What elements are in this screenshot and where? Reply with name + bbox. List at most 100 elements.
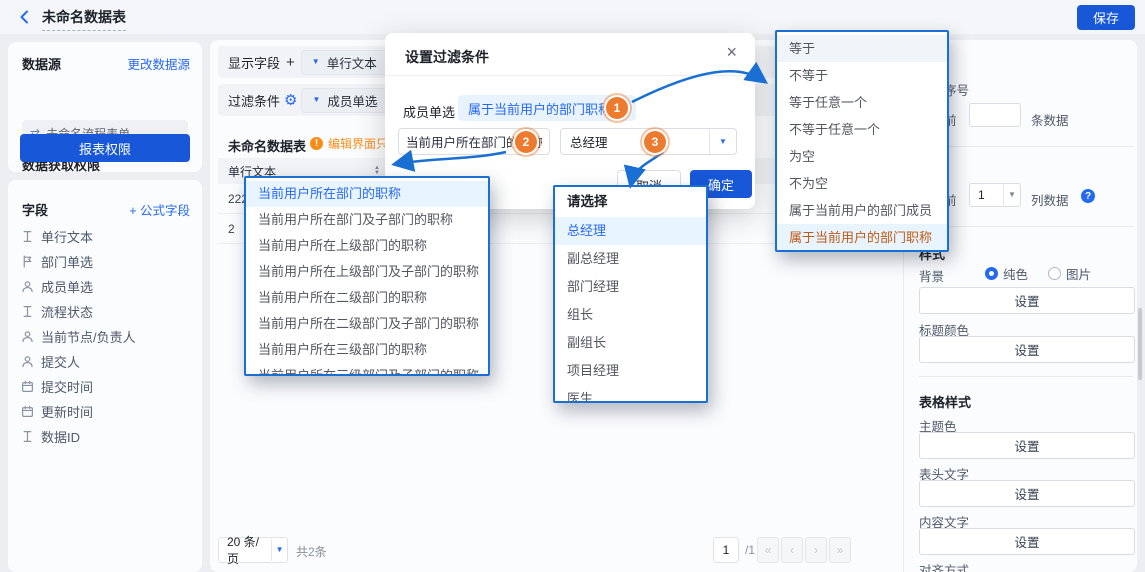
field-item[interactable]: 数据ID [8,424,202,449]
dropdown-option[interactable]: 部门经理 [555,273,706,301]
bg-set-button[interactable]: 设置 [919,287,1135,314]
last-page-button[interactable]: » [829,537,851,563]
field-item[interactable]: 单行文本 [8,224,202,249]
dropdown-option[interactable]: 当前用户所在部门及子部门的职称 [246,207,488,233]
status-icon [20,305,34,319]
help-icon[interactable]: ? [1081,189,1095,203]
dropdown-option[interactable]: 当前用户所在上级部门的职称 [246,233,488,259]
operator-dropdown-panel: 等于不等于等于任意一个不等于任意一个为空不为空属于当前用户的部门成员属于当前用户… [775,30,949,252]
dropdown-option[interactable]: 当前用户所在上级部门及子部门的职称 [246,259,488,285]
dropdown-option[interactable]: 为空 [777,143,947,170]
dropdown-option[interactable]: 不等于任意一个 [777,116,947,143]
change-datasource-link[interactable]: 更改数据源 [127,54,190,73]
text-icon [20,230,34,244]
dropdown-option[interactable]: 副组长 [555,329,706,357]
add-formula-field-link[interactable]: + 公式字段 [129,200,190,219]
dropdown-option[interactable]: 属于当前用户的部门成员 [777,197,947,224]
table-title: 未命名数据表 [228,136,306,155]
back-icon[interactable] [16,8,34,26]
operator-value: 属于当前用户的部门职称 [468,99,611,118]
caret-down-icon: ▼ [312,58,320,66]
warning-icon: ! [310,137,323,150]
radio-on-icon [985,267,998,280]
dropdown-option[interactable]: 项目经理 [555,357,706,385]
modal-field-label: 成员单选 [403,102,455,121]
cell-value: 2 [228,222,235,236]
dropdown-option[interactable]: 总经理 [555,217,706,245]
dropdown-option[interactable]: 属于当前用户的部门职称 [777,224,947,251]
dropdown-option[interactable]: 当前用户所在二级部门及子部门的职称 [246,311,488,337]
dropdown-option[interactable]: 等于 [777,35,947,62]
add-display-field-button[interactable]: + [286,54,295,71]
dropdown-option[interactable]: 副总经理 [555,245,706,273]
annotation-badge-2: 2 [515,131,537,153]
content-text-set-button[interactable]: 设置 [919,528,1135,555]
field-item[interactable]: 当前节点/负责人 [8,324,202,349]
gear-icon[interactable]: ⚙ [284,93,297,108]
id-icon [20,430,34,444]
bg-image-radio[interactable]: 图片 [1048,264,1091,283]
report-permission-button[interactable]: 报表权限 [20,134,190,162]
dropdown-option[interactable]: 当前用户所在部门的职称 [246,181,488,207]
page-title[interactable]: 未命名数据表 [42,7,126,31]
field-item-label: 提交时间 [41,377,93,396]
calendar-icon [20,380,34,394]
next-page-button[interactable]: › [805,537,827,563]
theme-color-set-button[interactable]: 设置 [919,432,1135,459]
field-item[interactable]: 成员单选 [8,274,202,299]
bg-solid-radio[interactable]: 纯色 [985,264,1028,283]
title-value: 总经理 [561,132,709,151]
filter-condition-label: 过滤条件 [228,91,280,110]
radio-off-icon [1048,267,1061,280]
title-color-set-button[interactable]: 设置 [919,336,1135,363]
user-icon [20,355,34,369]
current-page-box[interactable]: 1 [713,537,739,563]
field-item-label: 提交人 [41,352,80,371]
dropdown-option[interactable]: 医生 [555,385,706,403]
prev-page-button[interactable]: ‹ [781,537,803,563]
page-size-value: 20 条/页 [219,533,271,567]
dropdown-option[interactable]: 当前用户所在二级部门的职称 [246,285,488,311]
field-item[interactable]: 流程状态 [8,299,202,324]
filter-condition-chip[interactable]: ▼ 成员单选 [301,88,388,113]
freeze-count-select[interactable]: 1 ▼ [969,183,1021,207]
header-text-set-button[interactable]: 设置 [919,480,1135,507]
field-item[interactable]: 更新时间 [8,399,202,424]
member-icon [20,280,34,294]
first-page-button[interactable]: « [757,537,779,563]
fields-title: 字段 [22,200,48,219]
field-item-label: 数据ID [41,427,80,446]
divider [919,226,1133,227]
field-item[interactable]: 提交时间 [8,374,202,399]
display-field-chip[interactable]: ▼ 单行文本 [301,50,388,75]
dropdown-option[interactable]: 等于任意一个 [777,89,947,116]
annotation-badge-3: 3 [644,131,666,153]
dropdown-option[interactable]: 不为空 [777,170,947,197]
page-size-select[interactable]: 20 条/页 ▼ [218,537,288,563]
display-count-input[interactable] [969,103,1021,127]
display-suffix-label: 条数据 [1031,110,1069,129]
field-item-label: 单行文本 [41,227,93,246]
dept-icon [20,255,34,269]
display-field-chip-label: 单行文本 [327,53,377,72]
align-label: 对齐方式 [919,560,969,572]
dropdown-option[interactable]: 当前用户所在三级部门及子部门的职称 [246,363,488,376]
scrollbar[interactable] [1138,308,1142,380]
dropdown-option[interactable]: 不等于 [777,62,947,89]
freeze-count-value: 1 [970,188,1003,202]
close-icon[interactable]: × [726,43,737,61]
background-label: 背景 [919,266,944,285]
save-button[interactable]: 保存 [1077,5,1135,30]
bg-image-label: 图片 [1066,264,1091,283]
report-designer-app: 未命名数据表 保存 数据源 更改数据源 ⇄ 未命名流程表单 数据获取权限 报表权… [0,0,1145,572]
field-item[interactable]: 提交人 [8,349,202,374]
topbar: 未命名数据表 保存 [0,0,1145,34]
dropdown-option[interactable]: 当前用户所在三级部门的职称 [246,337,488,363]
field-list: 单行文本部门单选成员单选流程状态当前节点/负责人提交人提交时间更新时间数据ID [8,224,202,449]
dropdown-option[interactable]: 组长 [555,301,706,329]
freeze-suffix-label: 列数据 [1031,190,1069,209]
field-item[interactable]: 部门单选 [8,249,202,274]
display-fields-label: 显示字段 [228,53,280,72]
bg-solid-label: 纯色 [1003,264,1028,283]
sort-icon[interactable]: ▲ ▼ [374,166,380,176]
